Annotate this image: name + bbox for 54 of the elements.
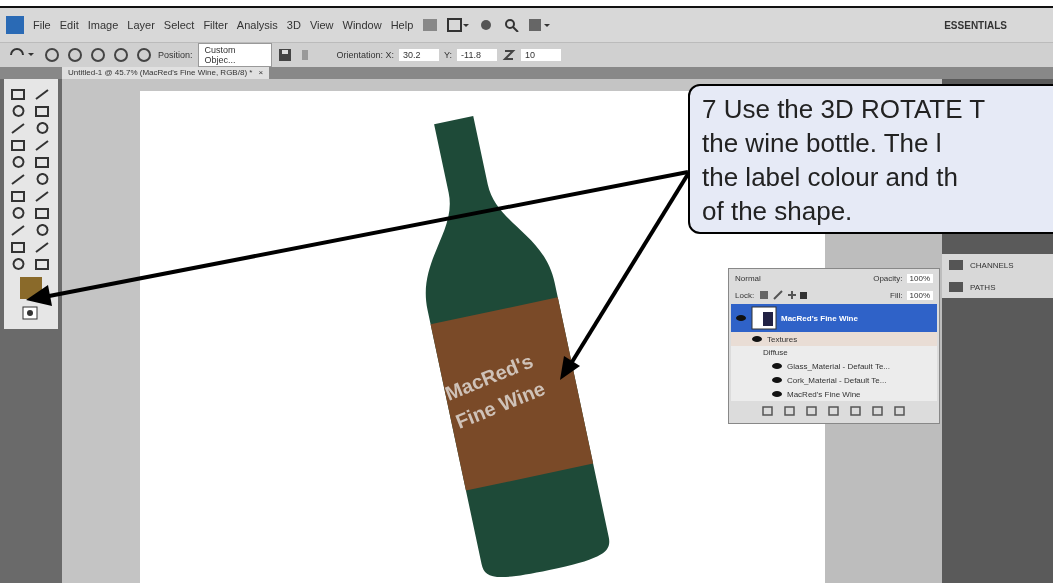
- panel-tab[interactable]: PATHS: [970, 282, 996, 292]
- layer-effect-item[interactable]: Textures: [767, 334, 798, 344]
- layer-effect-item[interactable]: Diffuse: [763, 348, 788, 357]
- menu-item[interactable]: Help: [390, 19, 414, 31]
- menu-item[interactable]: Select: [163, 19, 195, 31]
- menu-item[interactable]: Layer: [127, 19, 155, 31]
- eye-icon[interactable]: [751, 334, 763, 344]
- menu-item[interactable]: Edit: [59, 19, 79, 31]
- workspace-switcher[interactable]: ESSENTIALS: [944, 19, 1007, 31]
- instruction-text: the label colour and th: [702, 161, 959, 194]
- menu-item[interactable]: 3D: [286, 19, 301, 31]
- fill-label: Fill:: [890, 290, 903, 300]
- eye-icon[interactable]: [771, 361, 783, 371]
- panel-icon[interactable]: [948, 258, 964, 272]
- fill-field[interactable]: 100%: [906, 290, 933, 300]
- app-logo-icon: [6, 16, 24, 34]
- panel-tab[interactable]: CHANNELS: [970, 260, 1014, 270]
- 3d-tool-icon[interactable]: [112, 47, 130, 63]
- position-label: Position:: [158, 50, 193, 60]
- lock-label: Lock:: [735, 290, 755, 300]
- lock-icons[interactable]: [758, 289, 809, 301]
- document-tab[interactable]: Untitled-1 @ 45.7% (MacRed's Fine Wine, RGB/8) * ×: [62, 67, 270, 79]
- layer-thumbnail-icon: [751, 306, 777, 330]
- y-label: Y:: [444, 50, 453, 60]
- menu-item[interactable]: View: [309, 19, 334, 31]
- eye-icon[interactable]: [771, 375, 783, 385]
- menu-item[interactable]: File: [33, 19, 51, 31]
- panel-icon[interactable]: [948, 280, 964, 294]
- instruction-text: 7 Use the 3D ROTATE T: [702, 93, 987, 126]
- 3d-tool-icon[interactable]: [66, 47, 84, 63]
- instruction-text: the wine bottle. The l: [702, 127, 943, 160]
- menu-item[interactable]: Analysis: [236, 19, 278, 31]
- y-field[interactable]: -11.8: [457, 49, 498, 61]
- layer-row[interactable]: MacRed's Fine Wine: [731, 304, 937, 332]
- menu-item[interactable]: Window: [342, 19, 382, 31]
- frame-icon[interactable]: [447, 18, 470, 32]
- instruction-text: of the shape.: [702, 195, 854, 228]
- eye-icon[interactable]: [771, 389, 783, 399]
- opacity-field[interactable]: 100%: [906, 274, 933, 283]
- z-field[interactable]: 10: [521, 49, 562, 61]
- save-icon[interactable]: [276, 47, 293, 63]
- 3d-tool-icon[interactable]: [43, 47, 61, 63]
- 3d-tool-icon[interactable]: [135, 47, 153, 63]
- close-icon[interactable]: ×: [258, 68, 264, 77]
- position-dropdown[interactable]: Custom Objec...: [197, 43, 272, 67]
- 3d-tool-icon[interactable]: [89, 47, 107, 63]
- z-axis-icon: [502, 47, 517, 63]
- menu-item[interactable]: Filter: [203, 19, 228, 31]
- blend-mode-dropdown[interactable]: Normal: [735, 274, 761, 283]
- zoom-icon[interactable]: [503, 18, 520, 32]
- opacity-label: Opacity:: [873, 274, 903, 283]
- orientation-label: Orientation: X:: [336, 50, 395, 60]
- x-field[interactable]: 30.2: [399, 49, 440, 61]
- menu-item[interactable]: Image: [87, 19, 119, 31]
